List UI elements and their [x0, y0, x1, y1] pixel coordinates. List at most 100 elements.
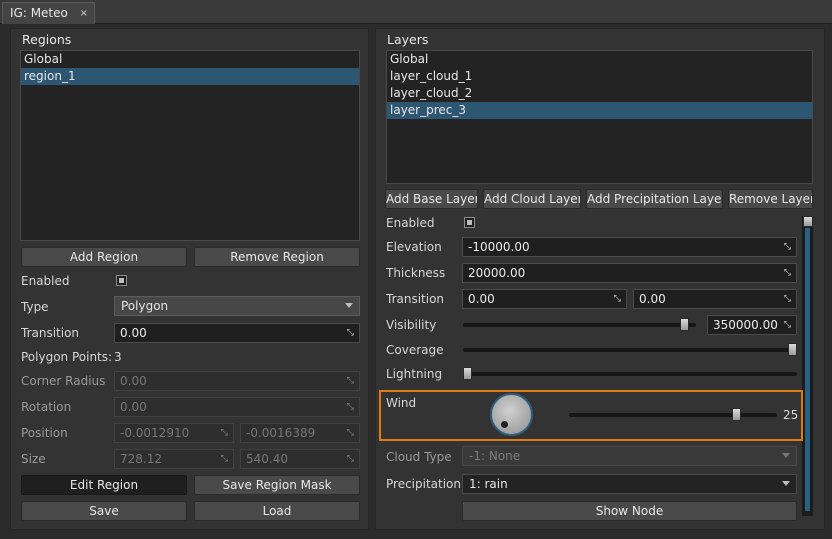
elevation-value: -10000.00 [468, 240, 530, 254]
edit-region-button[interactable]: Edit Region [21, 475, 187, 495]
chevron-down-icon [782, 481, 790, 486]
close-icon[interactable]: × [80, 8, 88, 19]
remove-layer-button[interactable]: Remove Layer [728, 189, 813, 209]
visibility-label: Visibility [386, 318, 437, 332]
transition-a-field[interactable]: 0.00 ⤡ [462, 289, 627, 309]
layer-enabled-checkbox[interactable] [464, 217, 475, 228]
dial-indicator [501, 421, 508, 428]
enabled-checkbox[interactable] [116, 275, 127, 286]
corner-radius-value: 0.00 [120, 374, 147, 388]
size-y-field: 540.40 ⤡ [240, 449, 360, 469]
coverage-label: Coverage [386, 343, 444, 357]
chevron-down-icon [345, 303, 353, 308]
regions-list[interactable]: Global region_1 [20, 50, 360, 241]
position-y-value: -0.0016389 [246, 426, 316, 440]
remove-region-button[interactable]: Remove Region [194, 247, 360, 267]
expand-arrows-icon: ⤡ [783, 320, 791, 330]
type-label: Type [21, 300, 49, 314]
rotation-value: 0.00 [120, 400, 147, 414]
size-x-value: 728.12 [120, 452, 162, 466]
rotation-label: Rotation [21, 400, 72, 414]
transition-field[interactable]: 0.00 ⤡ [114, 323, 360, 343]
list-item[interactable]: region_1 [21, 68, 359, 85]
coverage-slider-track[interactable] [463, 348, 797, 352]
save-button[interactable]: Save [21, 501, 187, 521]
visibility-slider-handle[interactable] [680, 318, 690, 331]
lightning-label: Lightning [386, 367, 443, 381]
transition-a-value: 0.00 [468, 292, 495, 306]
save-region-mask-button[interactable]: Save Region Mask [194, 475, 360, 495]
add-base-layer-button[interactable]: Add Base Layer [385, 189, 478, 209]
rotation-field: 0.00 ⤡ [114, 397, 360, 417]
expand-arrows-icon: ⤡ [220, 454, 228, 464]
wind-slider-track[interactable] [569, 413, 777, 417]
list-item[interactable]: Global [21, 51, 359, 68]
layers-list[interactable]: Global layer_cloud_1 layer_cloud_2 layer… [386, 50, 813, 184]
expand-arrows-icon: ⤡ [220, 428, 228, 438]
transition-label: Transition [21, 326, 80, 340]
precipitation-select[interactable]: 1: rain [462, 474, 797, 494]
size-x-field: 728.12 ⤡ [114, 449, 234, 469]
polygon-points-value: 3 [114, 350, 122, 364]
enabled-label: Enabled [21, 274, 70, 288]
type-value: Polygon [121, 299, 169, 313]
elevation-label: Elevation [386, 240, 442, 254]
cloud-type-label: Cloud Type [386, 450, 452, 464]
position-y-field: -0.0016389 ⤡ [240, 423, 360, 443]
size-label: Size [21, 452, 46, 466]
type-select[interactable]: Polygon [114, 296, 360, 316]
cloud-type-select: -1: None [462, 446, 797, 466]
elevation-field[interactable]: -10000.00 ⤡ [462, 237, 797, 257]
polygon-points-label: Polygon Points: [21, 350, 113, 364]
list-item[interactable]: Global [387, 51, 812, 68]
scrollbar-groove [805, 228, 810, 511]
list-item[interactable]: layer_cloud_2 [387, 85, 812, 102]
precipitation-value: 1: rain [469, 477, 508, 491]
corner-radius-label: Corner Radius [21, 374, 106, 388]
list-item[interactable]: layer_prec_3 [387, 102, 812, 119]
scrollbar-handle[interactable] [803, 216, 813, 227]
regions-title: Regions [22, 32, 72, 47]
tab-ig-meteo[interactable]: IG: Meteo × [2, 2, 95, 24]
list-item[interactable]: layer_cloud_1 [387, 68, 812, 85]
thickness-field[interactable]: 20000.00 ⤡ [462, 263, 797, 283]
layer-enabled-label: Enabled [386, 216, 435, 230]
wind-slider-handle[interactable] [732, 408, 742, 421]
expand-arrows-icon: ⤡ [783, 242, 791, 252]
transition-b-field[interactable]: 0.00 ⤡ [633, 289, 797, 309]
lightning-slider-track[interactable] [463, 372, 797, 376]
wind-label: Wind [386, 396, 417, 410]
position-x-value: -0.0012910 [120, 426, 190, 440]
expand-arrows-icon: ⤡ [346, 402, 354, 412]
size-y-value: 540.40 [246, 452, 288, 466]
coverage-slider-handle[interactable] [788, 343, 797, 356]
position-x-field: -0.0012910 ⤡ [114, 423, 234, 443]
expand-arrows-icon: ⤡ [346, 328, 354, 338]
lightning-slider-handle[interactable] [463, 367, 472, 380]
expand-arrows-icon: ⤡ [783, 268, 791, 278]
thickness-label: Thickness [386, 266, 446, 280]
expand-arrows-icon: ⤡ [346, 428, 354, 438]
thickness-value: 20000.00 [468, 266, 526, 280]
add-region-button[interactable]: Add Region [21, 247, 187, 267]
cloud-type-value: -1: None [469, 449, 521, 463]
transition-b-value: 0.00 [639, 292, 666, 306]
chevron-down-icon [782, 453, 790, 458]
dial-icon[interactable] [490, 393, 533, 436]
visibility-field[interactable]: 350000.00 ⤡ [707, 315, 797, 335]
add-cloud-layer-button[interactable]: Add Cloud Layer [483, 189, 581, 209]
wind-value: 25 [783, 408, 799, 422]
layers-title: Layers [387, 32, 429, 47]
transition-value: 0.00 [120, 326, 147, 340]
precipitation-label: Precipitation [386, 477, 462, 491]
position-label: Position [21, 426, 68, 440]
add-precipitation-layer-button[interactable]: Add Precipitation Layer [586, 189, 723, 209]
visibility-value: 350000.00 [713, 318, 778, 332]
show-node-button[interactable]: Show Node [462, 501, 797, 521]
expand-arrows-icon: ⤡ [613, 294, 621, 304]
expand-arrows-icon: ⤡ [783, 294, 791, 304]
visibility-slider-track[interactable] [463, 323, 696, 327]
layer-transition-label: Transition [386, 292, 445, 306]
load-button[interactable]: Load [194, 501, 360, 521]
tab-title: IG: Meteo [10, 6, 68, 20]
